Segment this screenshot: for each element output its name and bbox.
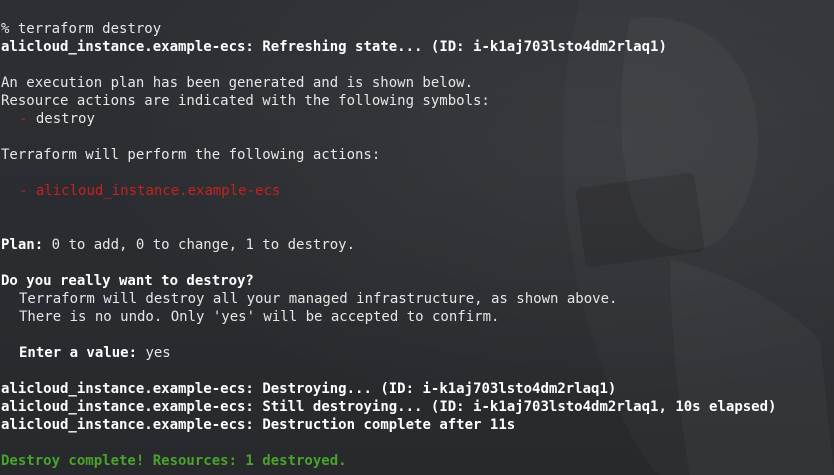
plan-intro-line-2: Resource actions are indicated with the … <box>1 93 490 109</box>
destroy-complete-message: Destroy complete! Resources: 1 destroyed… <box>1 453 347 469</box>
prompt-directory-line: example <box>1 2 834 20</box>
confirm-input-line[interactable]: Enter a value: yes <box>1 344 834 362</box>
refresh-message: Refreshing state... (ID: i-k1aj703lsto4d… <box>262 39 667 55</box>
progress-resource: alicloud_instance.example-ecs: <box>1 417 254 433</box>
progress-line: alicloud_instance.example-ecs: Still des… <box>1 398 834 416</box>
prompt-symbol: % <box>1 21 10 37</box>
action-resource-line: - alicloud_instance.example-ecs <box>1 182 834 200</box>
progress-resource: alicloud_instance.example-ecs: <box>1 381 254 397</box>
terminal-output: example % terraform destroy alicloud_ins… <box>1 2 834 470</box>
symbol-legend-line: - destroy <box>1 110 834 128</box>
plan-summary-line: Plan: 0 to add, 0 to change, 1 to destro… <box>1 236 834 254</box>
progress-resource: alicloud_instance.example-ecs: <box>1 399 254 415</box>
plan-label: Plan: <box>1 237 44 253</box>
plan-summary: 0 to add, 0 to change, 1 to destroy. <box>51 237 356 253</box>
terminal-window[interactable]: example % terraform destroy alicloud_ins… <box>0 0 834 475</box>
command-line: % terraform destroy <box>1 20 834 38</box>
refresh-line: alicloud_instance.example-ecs: Refreshin… <box>1 38 834 56</box>
destroy-symbol-label: destroy <box>35 111 95 127</box>
destroy-symbol: - <box>19 111 28 127</box>
progress-message: Still destroying... (ID: i-k1aj703lsto4d… <box>262 399 777 415</box>
confirm-input-label: Enter a value: <box>19 345 138 361</box>
progress-line: alicloud_instance.example-ecs: Destroyin… <box>1 380 834 398</box>
action-resource-name: alicloud_instance.example-ecs <box>35 183 281 199</box>
action-destroy-symbol: - <box>19 183 28 199</box>
plan-intro-line-1: An execution plan has been generated and… <box>1 75 474 91</box>
progress-message: Destruction complete after 11s <box>262 417 516 433</box>
command-text: terraform destroy <box>17 21 162 37</box>
confirm-warning-line-2: There is no undo. Only 'yes' will be acc… <box>19 309 500 325</box>
progress-message: Destroying... (ID: i-k1aj703lsto4dm2rlaq… <box>262 381 617 397</box>
actions-heading: Terraform will perform the following act… <box>1 147 381 163</box>
progress-line: alicloud_instance.example-ecs: Destructi… <box>1 416 834 434</box>
confirm-warning-line-1: Terraform will destroy all your managed … <box>19 291 618 307</box>
confirm-question: Do you really want to destroy? <box>1 273 254 289</box>
refresh-resource: alicloud_instance.example-ecs: <box>1 39 254 55</box>
confirm-input-value[interactable]: yes <box>145 345 170 361</box>
